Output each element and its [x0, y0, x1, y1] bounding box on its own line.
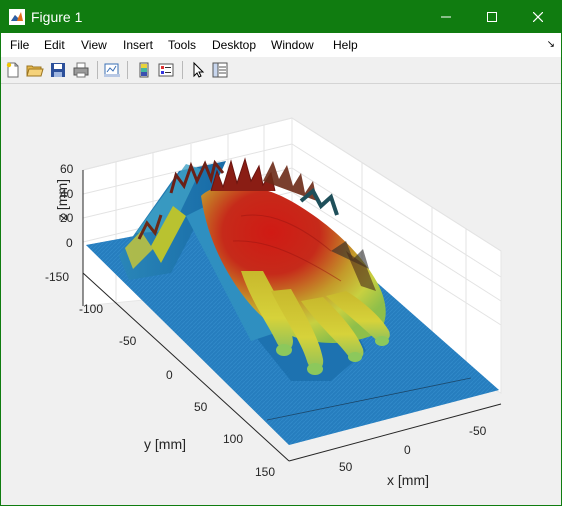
y-axis-label: y [mm]	[144, 436, 186, 452]
maximize-icon	[487, 12, 497, 22]
menu-help[interactable]: Help	[333, 38, 358, 52]
y-tick-label: 50	[194, 400, 208, 414]
axes-3d[interactable]: 60 40 20 0 z [mm] -150 -100 -50 0 50 100…	[1, 84, 561, 505]
figure-canvas: 60 40 20 0 z [mm] -150 -100 -50 0 50 100…	[1, 84, 561, 505]
close-button[interactable]	[515, 1, 561, 33]
close-icon	[533, 12, 543, 22]
z-axis-label: z [mm]	[54, 179, 70, 221]
menu-bar: File Edit View Insert Tools Desktop Wind…	[1, 33, 561, 57]
menu-file[interactable]: File	[10, 38, 29, 52]
insert-legend-icon[interactable]	[157, 61, 175, 79]
toolbar-separator	[127, 61, 128, 79]
maximize-button[interactable]	[469, 1, 515, 33]
minimize-button[interactable]	[423, 1, 469, 33]
toolbar-separator	[182, 61, 183, 79]
y-tick-label: -100	[79, 302, 103, 316]
edit-plot-arrow-icon[interactable]	[189, 61, 207, 79]
matlab-icon	[9, 9, 25, 25]
save-icon[interactable]	[49, 61, 67, 79]
menu-view[interactable]: View	[81, 38, 107, 52]
insert-colorbar-icon[interactable]	[135, 61, 153, 79]
menu-desktop[interactable]: Desktop	[212, 38, 256, 52]
title-bar: Figure 1	[1, 1, 561, 33]
z-tick-label: 0	[66, 236, 73, 250]
open-file-icon[interactable]	[26, 61, 44, 79]
print-icon[interactable]	[72, 61, 90, 79]
minimize-icon	[441, 16, 451, 18]
figure-window: Figure 1 File Edit View Insert Tools Des…	[0, 0, 562, 506]
toolbar-separator	[97, 61, 98, 79]
z-axis: 60 40 20 0 z [mm]	[54, 162, 74, 250]
y-tick-label: 150	[255, 465, 275, 479]
z-tick-label: 60	[60, 162, 74, 176]
x-tick-label: -50	[469, 424, 487, 438]
x-tick-label: 0	[404, 443, 411, 457]
menu-window[interactable]: Window	[271, 38, 314, 52]
link-plot-icon[interactable]	[103, 61, 121, 79]
y-tick-label: 100	[223, 432, 243, 446]
menubar-collapse-icon[interactable]: ↘	[547, 39, 555, 50]
window-title: Figure 1	[31, 9, 83, 25]
y-tick-label: 0	[166, 368, 173, 382]
toolbar	[1, 57, 561, 84]
new-figure-icon[interactable]	[4, 61, 22, 79]
x-tick-label: 50	[339, 460, 353, 474]
menu-edit[interactable]: Edit	[44, 38, 65, 52]
x-axis-label: x [mm]	[387, 472, 429, 488]
y-tick-label: -150	[45, 270, 69, 284]
x-axis: 50 0 -50 x [mm]	[339, 424, 487, 488]
y-tick-label: -50	[119, 334, 137, 348]
property-inspector-icon[interactable]	[211, 61, 229, 79]
menu-tools[interactable]: Tools	[168, 38, 196, 52]
menu-insert[interactable]: Insert	[123, 38, 153, 52]
